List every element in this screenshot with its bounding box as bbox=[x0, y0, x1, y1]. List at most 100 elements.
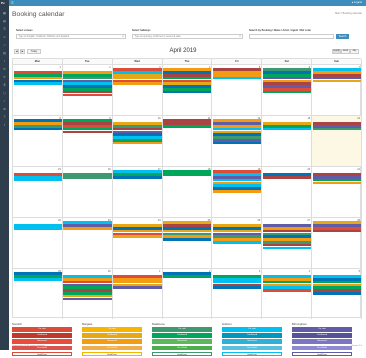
booking-event[interactable] bbox=[163, 238, 212, 241]
booking-event[interactable] bbox=[312, 181, 361, 185]
legend-item[interactable]: Hold/Sent bbox=[12, 351, 72, 357]
day-cell[interactable]: 2 bbox=[63, 65, 113, 115]
booking-event[interactable] bbox=[262, 246, 312, 250]
legend-item[interactable]: Hold/Sent bbox=[82, 351, 142, 357]
tasks-icon[interactable]: ✓ bbox=[2, 99, 7, 103]
booking-event[interactable] bbox=[63, 176, 112, 179]
day-cell[interactable]: 27 bbox=[262, 218, 313, 268]
booking-event[interactable] bbox=[262, 127, 312, 131]
users-icon[interactable]: ☺ bbox=[2, 35, 7, 39]
day-cell[interactable]: 22 bbox=[13, 218, 63, 268]
breadcrumb[interactable]: Main / Booking calendar bbox=[335, 12, 362, 15]
day-cell[interactable]: 20 bbox=[262, 167, 313, 217]
hamburger-icon[interactable]: ☰ bbox=[11, 1, 14, 5]
day-cell[interactable]: 8 bbox=[13, 116, 63, 166]
booking-event[interactable] bbox=[262, 176, 312, 179]
booking-event[interactable] bbox=[13, 127, 62, 131]
legend-item[interactable]: Hold/Sent bbox=[152, 351, 212, 357]
day-cell[interactable]: 18 bbox=[163, 167, 213, 217]
booking-event[interactable] bbox=[312, 79, 361, 83]
day-cell[interactable]: 26 bbox=[212, 218, 263, 268]
booking-event[interactable] bbox=[63, 297, 112, 301]
booking-event[interactable] bbox=[163, 173, 212, 176]
booking-event[interactable] bbox=[213, 241, 262, 244]
legend-item[interactable]: On sale bbox=[292, 327, 352, 332]
legend-item[interactable]: On sale bbox=[12, 327, 72, 332]
day-cell[interactable]: 16 bbox=[63, 167, 113, 217]
logout-link[interactable]: ● Logout bbox=[352, 1, 362, 5]
day-cell[interactable]: 23 bbox=[63, 218, 113, 268]
day-cell[interactable]: 9 bbox=[63, 116, 113, 166]
legend-item[interactable]: On sale bbox=[82, 327, 142, 332]
booking-event[interactable] bbox=[113, 176, 162, 179]
day-cell[interactable]: 19 bbox=[212, 167, 263, 217]
booking-event[interactable] bbox=[13, 82, 62, 85]
booking-event[interactable] bbox=[213, 286, 262, 289]
search-button[interactable]: Search bbox=[336, 34, 349, 39]
day-cell[interactable]: 13 bbox=[262, 116, 313, 166]
calendar-icon[interactable]: ▤ bbox=[2, 19, 7, 23]
info-icon[interactable]: i bbox=[2, 123, 7, 127]
finance-icon[interactable]: $ bbox=[2, 83, 7, 87]
search-input[interactable] bbox=[249, 34, 334, 39]
day-cell[interactable]: 4 bbox=[163, 65, 213, 115]
settings-icon[interactable]: ⚙ bbox=[2, 107, 7, 111]
week-view-button[interactable]: week bbox=[341, 49, 350, 54]
booking-event[interactable] bbox=[13, 278, 62, 281]
day-cell[interactable]: 11 bbox=[163, 116, 213, 166]
day-cell[interactable]: 21 bbox=[312, 167, 362, 217]
day-cell[interactable]: 3 bbox=[113, 65, 163, 115]
booking-event[interactable] bbox=[113, 286, 162, 289]
booking-event[interactable] bbox=[163, 90, 212, 94]
legend-item[interactable]: Hold/Sent bbox=[292, 351, 352, 357]
venues-icon[interactable]: ⌂ bbox=[2, 43, 7, 47]
booking-event[interactable] bbox=[262, 90, 312, 94]
tickets-icon[interactable]: ✎ bbox=[2, 75, 7, 79]
day-cell[interactable]: 24 bbox=[113, 218, 163, 268]
docs-icon[interactable]: ▢ bbox=[2, 91, 7, 95]
day-cell[interactable]: 28 bbox=[312, 218, 362, 268]
legend-item[interactable]: On sale bbox=[222, 327, 282, 332]
day-cell[interactable]: 1 bbox=[13, 65, 63, 115]
venue-select[interactable]: Type an English, Teddards, Wiltshire and… bbox=[16, 34, 126, 39]
agents-icon[interactable]: ✉ bbox=[2, 67, 7, 71]
day-cell[interactable]: 5 bbox=[212, 65, 263, 115]
booking-event[interactable] bbox=[163, 275, 212, 278]
booking-event[interactable] bbox=[312, 229, 361, 233]
booking-event[interactable] bbox=[63, 93, 112, 97]
booking-event[interactable] bbox=[13, 227, 62, 230]
day-cell[interactable]: 25 bbox=[163, 218, 213, 268]
today-button[interactable]: Today bbox=[27, 49, 41, 54]
day-cell[interactable]: 3 bbox=[212, 269, 263, 319]
legend-item[interactable]: Hold/Sent bbox=[222, 351, 282, 357]
bookings-icon[interactable]: ☰ bbox=[2, 27, 7, 31]
day-cell[interactable]: 10 bbox=[113, 116, 163, 166]
legend-item[interactable]: On sale bbox=[152, 327, 212, 332]
booking-event[interactable] bbox=[63, 227, 112, 230]
legend-item[interactable]: Confirmed bbox=[222, 333, 282, 338]
day-cell[interactable]: 7 bbox=[312, 65, 362, 115]
booking-event[interactable] bbox=[213, 190, 262, 193]
booking-event[interactable] bbox=[113, 235, 162, 238]
day-cell[interactable]: 5 bbox=[312, 269, 362, 319]
day-cell[interactable]: 14 bbox=[312, 116, 362, 166]
help-icon[interactable]: ? bbox=[2, 115, 7, 119]
prev-month-button[interactable]: ◀ bbox=[14, 49, 19, 54]
booking-event[interactable] bbox=[213, 76, 262, 80]
booking-event[interactable] bbox=[213, 141, 262, 145]
day-cell[interactable]: 1 bbox=[113, 269, 163, 319]
reports-icon[interactable]: ▥ bbox=[2, 51, 7, 55]
legend-item[interactable]: Confirmed bbox=[292, 333, 352, 338]
booking-event[interactable] bbox=[113, 141, 162, 145]
booking-event[interactable] bbox=[163, 125, 212, 128]
day-cell[interactable]: 12 bbox=[212, 116, 263, 166]
booking-event[interactable] bbox=[63, 130, 112, 134]
next-month-button[interactable]: ▶ bbox=[20, 49, 25, 54]
hallway-select[interactable]: Type an opening, confirmed or reserved s… bbox=[132, 34, 243, 39]
legend-item[interactable]: Confirmed bbox=[152, 333, 212, 338]
legend-item[interactable]: Confirmed bbox=[82, 333, 142, 338]
day-cell[interactable]: 4 bbox=[262, 269, 313, 319]
day-cell[interactable]: 2 bbox=[163, 269, 213, 319]
day-cell[interactable]: 17 bbox=[113, 167, 163, 217]
legend-item[interactable]: Confirmed bbox=[12, 333, 72, 338]
